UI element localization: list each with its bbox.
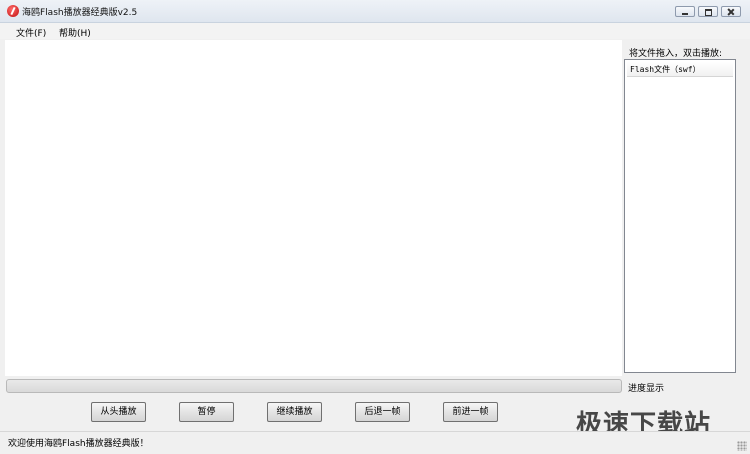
window-title: 海鸥Flash播放器经典版v2.5 [22,8,138,18]
resume-button[interactable]: 继续播放 [267,402,322,422]
flash-app-icon [7,5,19,17]
drag-hint-label: 将文件拖入，双击播放: [629,49,723,59]
menu-help[interactable]: 帮助(H) [59,26,91,39]
minimize-icon[interactable] [675,6,695,17]
menu-bar: 文件(F) 帮助(H) [0,23,750,39]
title-bar[interactable]: 海鸥Flash播放器经典版v2.5 [0,0,750,23]
menu-file[interactable]: 文件(F) [16,26,46,39]
restart-button[interactable]: 从头播放 [91,402,146,422]
close-icon[interactable] [721,6,741,17]
progress-label: 进度显示 [628,384,665,394]
pause-button[interactable]: 暂停 [179,402,234,422]
progress-bar[interactable] [6,379,622,393]
back-frame-button[interactable]: 后退一帧 [355,402,410,422]
flash-player-area[interactable] [5,40,622,376]
maximize-icon[interactable] [698,6,718,17]
resize-grip-icon[interactable] [737,441,747,451]
file-list-column-header[interactable]: Flash文件（swf） [627,62,733,77]
status-text: 欢迎使用海鸥Flash播放器经典版！ [8,439,149,449]
file-list[interactable]: Flash文件（swf） [624,59,736,373]
forward-frame-button[interactable]: 前进一帧 [443,402,498,422]
status-bar: 欢迎使用海鸥Flash播放器经典版！ [0,431,750,454]
